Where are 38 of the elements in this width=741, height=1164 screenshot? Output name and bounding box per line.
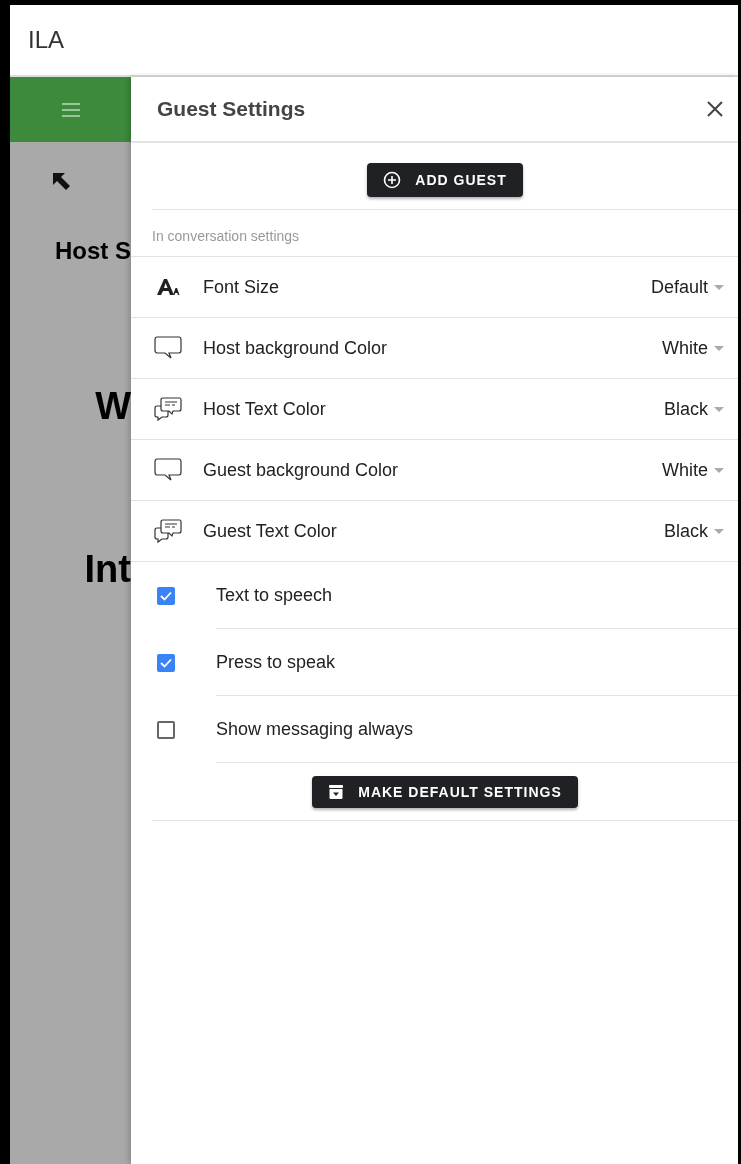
caret-icon: [714, 406, 724, 412]
caret-icon: [714, 345, 724, 351]
value-dropdown[interactable]: White: [662, 459, 724, 481]
setting-label: Font Size: [203, 276, 281, 298]
chat-bubbles-icon: [153, 396, 183, 422]
checkbox-label: Show messaging always: [216, 718, 414, 740]
app-title: ILA: [28, 26, 65, 54]
setting-label: Guest Text Color: [203, 520, 338, 542]
archive-icon: [328, 784, 345, 800]
make-default-button[interactable]: MAKE DEFAULT SETTINGS: [312, 776, 578, 808]
setting-label: Host background Color: [203, 337, 389, 359]
setting-label: Guest background Color: [203, 459, 400, 481]
value-dropdown[interactable]: Default: [650, 276, 724, 298]
page-heading: Int: [84, 548, 131, 591]
caret-icon: [714, 284, 724, 290]
checkbox-label: Text to speech: [216, 584, 333, 606]
checkbox[interactable]: [157, 586, 175, 605]
close-icon: [706, 100, 724, 118]
value-dropdown[interactable]: Black: [664, 520, 724, 542]
plus-circle-icon: [383, 171, 402, 189]
caret-icon: [714, 467, 724, 473]
checkbox-label: Press to speak: [216, 651, 336, 673]
speech-bubble-icon: [153, 457, 183, 483]
section-subheader: In conversation settings: [131, 210, 738, 257]
value-dropdown[interactable]: White: [662, 337, 724, 359]
page-heading: W: [95, 385, 131, 428]
check-icon: [160, 590, 172, 601]
page-heading: Host S: [55, 237, 131, 265]
add-guest-button[interactable]: ADD GUEST: [367, 163, 523, 197]
drawer-title: Guest Settings: [157, 97, 306, 121]
chat-bubbles-icon: [153, 518, 183, 544]
speech-bubble-icon: [153, 335, 183, 361]
value-dropdown[interactable]: Black: [664, 398, 724, 420]
check-icon: [160, 657, 172, 668]
caret-icon: [714, 528, 724, 534]
setting-label: Host Text Color: [203, 398, 327, 420]
checkbox[interactable]: [157, 653, 175, 672]
checkbox[interactable]: [157, 720, 175, 739]
